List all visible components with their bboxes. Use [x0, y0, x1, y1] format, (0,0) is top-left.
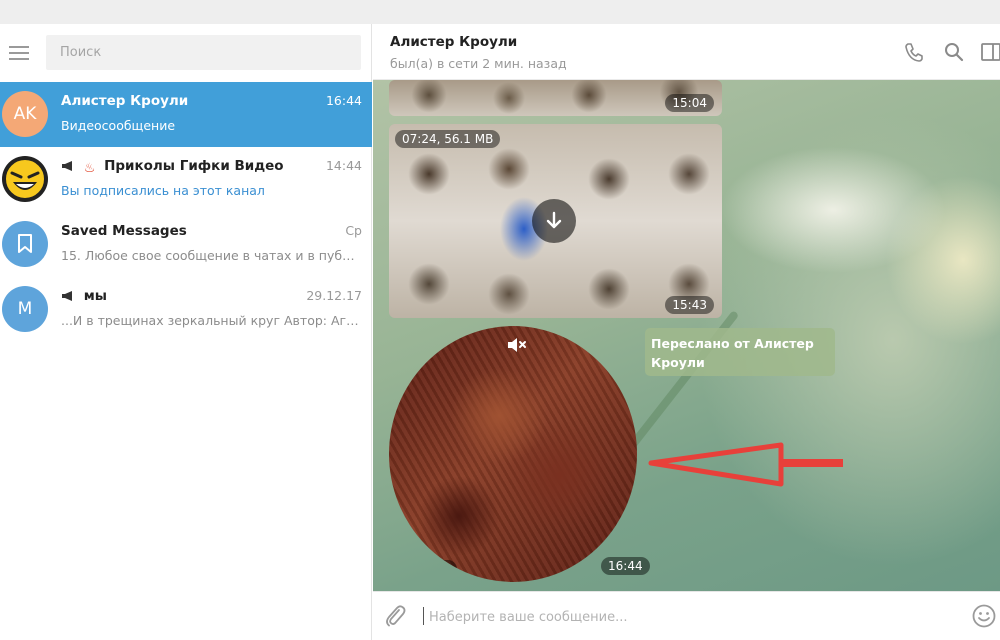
chat-last-message: Видеосообщение: [61, 118, 176, 133]
avatar-initials: AK: [13, 104, 37, 124]
search-input[interactable]: [46, 35, 361, 70]
megaphone-icon: [62, 161, 72, 171]
hamburger-menu-icon[interactable]: [8, 44, 30, 62]
avatar: [2, 221, 48, 267]
chat-header: Алистер Кроули был(а) в сети 2 мин. наза…: [373, 24, 1000, 80]
chat-item-prikoly-gifki[interactable]: ♨ Приколы Гифки Видео 14:44 Вы подписали…: [0, 147, 372, 212]
chat-last-message: 15. Любое свое сообщение в чатах и в пуб…: [61, 248, 361, 263]
message-time: 15:04: [665, 94, 714, 112]
window-titlebar: [0, 0, 1000, 24]
forwarded-text: Переслано от Алистер Кроули: [651, 336, 814, 370]
paperclip-icon[interactable]: [383, 603, 407, 629]
megaphone-icon: [62, 291, 72, 301]
chat-last-message: Вы подписались на этот канал: [61, 183, 265, 198]
chat-status: был(а) в сети 2 мин. назад: [390, 56, 567, 71]
chat-name: Saved Messages: [61, 223, 187, 239]
chat-name: мы: [83, 288, 107, 304]
text-cursor: [423, 607, 424, 625]
message-time: 16:44: [601, 557, 650, 575]
round-video-message[interactable]: 00:05 •: [389, 326, 637, 582]
chat-item-alister-crowley[interactable]: AK Алистер Кроули 16:44 Видеосообщение: [0, 82, 372, 147]
video-message[interactable]: 15:04: [389, 80, 722, 116]
chat-item-saved-messages[interactable]: Saved Messages Ср 15. Любое свое сообщен…: [0, 212, 372, 277]
message-area[interactable]: 15:04 07:24, 56.1 MB 15:43 00:05 • 16:44…: [373, 80, 1000, 591]
message-composer: [373, 591, 1000, 640]
chat-name-row: мы: [61, 288, 107, 304]
message-input[interactable]: [427, 600, 931, 634]
avatar-initials: M: [17, 299, 33, 319]
chat-sidebar: AK Алистер Кроули 16:44 Видеосообщение ♨…: [0, 24, 372, 640]
chat-time: Ср: [345, 223, 362, 238]
avatar: M: [2, 286, 48, 332]
video-message[interactable]: 07:24, 56.1 MB 15:43: [389, 124, 722, 318]
search-icon[interactable]: [943, 41, 965, 63]
chat-last-message: ...И в трещинах зеркальный круг Автор: А…: [61, 313, 361, 328]
chat-panel: Алистер Кроули был(а) в сети 2 мин. наза…: [373, 24, 1000, 640]
chat-time: 16:44: [325, 93, 362, 108]
chat-time: 29.12.17: [306, 288, 362, 303]
muted-speaker-icon: [508, 338, 526, 352]
hot-springs-icon: ♨: [83, 161, 96, 176]
forwarded-label[interactable]: Переслано от Алистер Кроули: [645, 328, 835, 376]
chat-item-my[interactable]: M мы 29.12.17 ...И в трещинах зеркальный…: [0, 277, 372, 342]
chat-title[interactable]: Алистер Кроули: [390, 34, 517, 50]
video-meta: 07:24, 56.1 MB: [395, 130, 501, 148]
phone-icon[interactable]: [903, 41, 925, 63]
chat-list: AK Алистер Кроули 16:44 Видеосообщение ♨…: [0, 82, 372, 342]
sidebar-header: [0, 24, 372, 82]
video-duration-text: 00:05: [404, 562, 439, 576]
message-time: 15:43: [665, 296, 714, 314]
download-button[interactable]: [532, 199, 576, 243]
avatar: [2, 156, 48, 202]
chat-time: 14:44: [325, 158, 362, 173]
bookmark-icon: [18, 234, 32, 253]
red-arrow-annotation: [648, 442, 843, 487]
laughing-emoji-icon: [4, 158, 46, 200]
chat-name-row: ♨ Приколы Гифки Видео: [61, 158, 284, 176]
avatar: AK: [2, 91, 48, 137]
sidebar-toggle-icon[interactable]: [980, 41, 1000, 63]
emoji-icon[interactable]: [971, 603, 997, 629]
video-duration: 00:05 •: [397, 560, 457, 578]
chat-name: Алистер Кроули: [61, 93, 189, 109]
download-arrow-icon: [546, 211, 562, 229]
chat-name: Приколы Гифки Видео: [104, 158, 284, 174]
